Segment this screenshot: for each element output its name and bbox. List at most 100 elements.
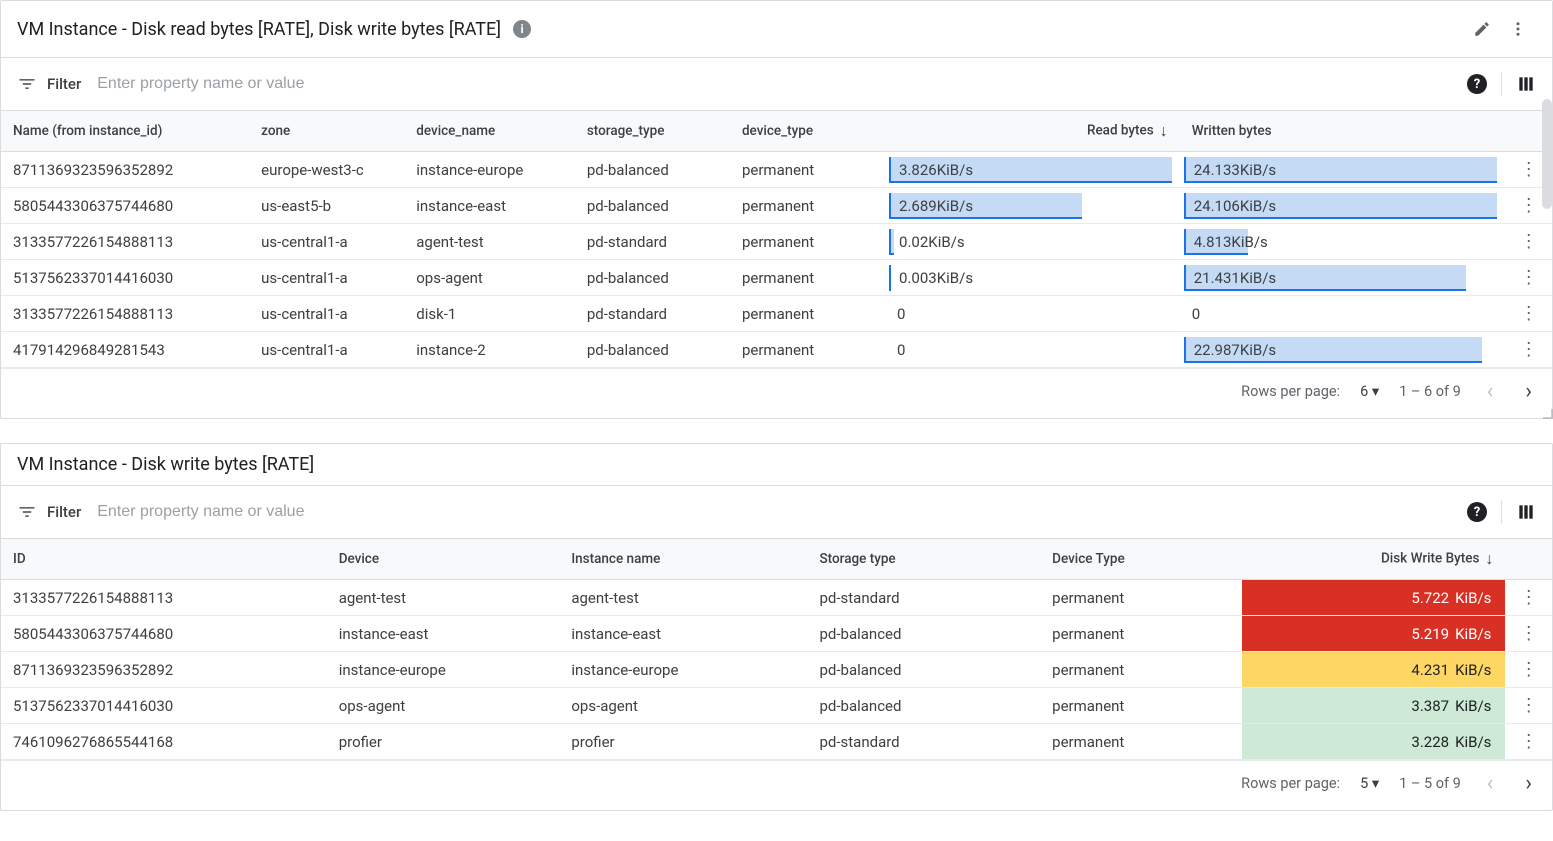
columns-button[interactable] — [1516, 66, 1536, 102]
bar-value: 3.826KiB/s — [891, 161, 973, 179]
cell-dev: profier — [327, 724, 560, 760]
cell-inst: profier — [559, 724, 807, 760]
bar-value: 0 — [897, 341, 905, 359]
read-bytes-cell: 3.826KiB/s — [885, 152, 1180, 188]
cell-zone: us-east5-b — [249, 188, 404, 224]
cell-st: pd-standard — [808, 724, 1041, 760]
disk-write-bytes-cell: 4.231KiB/s — [1242, 652, 1506, 688]
written-bytes-cell: 24.106KiB/s — [1180, 188, 1506, 224]
card-header: VM Instance - Disk write bytes [RATE] — [1, 444, 1552, 486]
column-header[interactable]: storage_type — [575, 111, 730, 152]
row-actions-button[interactable]: ⋮ — [1505, 580, 1552, 616]
cell-dev: instance-east — [327, 616, 560, 652]
cell-dev: instance-europe — [327, 652, 560, 688]
bar-value: 24.106KiB/s — [1186, 197, 1276, 215]
cell-dev: instance-2 — [404, 332, 575, 368]
cell-dt: permanent — [730, 296, 885, 332]
help-icon[interactable]: ? — [1467, 74, 1487, 94]
disk-write-table: IDDeviceInstance nameStorage typeDevice … — [1, 539, 1552, 760]
filter-icon — [17, 502, 37, 522]
disk-rw-table: Name (from instance_id)zonedevice_namest… — [1, 111, 1552, 368]
columns-icon — [1516, 502, 1536, 522]
cell-inst: instance-east — [559, 616, 807, 652]
cell-st: pd-balanced — [575, 332, 730, 368]
cell-dt: permanent — [730, 224, 885, 260]
cell-dev: instance-east — [404, 188, 575, 224]
column-header[interactable]: device_type — [730, 111, 885, 152]
filter-input[interactable] — [95, 502, 1467, 522]
cell-dt: permanent — [1040, 688, 1242, 724]
bar-value: 24.133KiB/s — [1186, 161, 1276, 179]
more-options-button[interactable] — [1500, 11, 1536, 47]
filter-input[interactable] — [95, 74, 1467, 94]
heat-unit: KiB/s — [1455, 661, 1491, 679]
scrollbar[interactable] — [1542, 99, 1552, 219]
row-actions-button[interactable]: ⋮ — [1505, 296, 1552, 332]
sort-desc-icon: ↓ — [1485, 549, 1493, 568]
cell-st: pd-balanced — [575, 152, 730, 188]
bar-value: 0.003KiB/s — [891, 269, 973, 287]
column-header[interactable]: Disk Write Bytes↓ — [1242, 539, 1506, 580]
next-page-button[interactable]: › — [1519, 379, 1538, 404]
table-row: 5137562337014416030us-central1-aops-agen… — [1, 260, 1552, 296]
row-actions-button[interactable]: ⋮ — [1505, 260, 1552, 296]
info-icon[interactable]: i — [513, 20, 531, 38]
read-bytes-cell: 0.02KiB/s — [885, 224, 1180, 260]
divider — [1501, 500, 1502, 524]
pagination: Rows per page: 6 ▾ 1 – 6 of 9 ‹ › — [1, 368, 1552, 418]
cell-id: 5805443306375744680 — [1, 616, 327, 652]
row-actions-button[interactable]: ⋮ — [1505, 224, 1552, 260]
column-header[interactable]: Written bytes — [1180, 111, 1506, 152]
cell-zone: us-central1-a — [249, 296, 404, 332]
card-header: VM Instance - Disk read bytes [RATE], Di… — [1, 1, 1552, 58]
cell-id: 3133577226154888113 — [1, 224, 249, 260]
edit-button[interactable] — [1464, 11, 1500, 47]
cell-dt: permanent — [1040, 724, 1242, 760]
row-actions-button[interactable]: ⋮ — [1505, 652, 1552, 688]
row-actions-button[interactable]: ⋮ — [1505, 616, 1552, 652]
rows-per-page-select[interactable]: 6 ▾ — [1360, 383, 1379, 400]
column-header[interactable]: zone — [249, 111, 404, 152]
prev-page-button[interactable]: ‹ — [1481, 379, 1500, 404]
heat-value: 5.722 — [1399, 589, 1449, 607]
cell-id: 5137562337014416030 — [1, 260, 249, 296]
cell-id: 3133577226154888113 — [1, 580, 327, 616]
filter-icon — [17, 74, 37, 94]
row-actions-button[interactable]: ⋮ — [1505, 332, 1552, 368]
page-range: 1 – 5 of 9 — [1399, 775, 1461, 792]
resize-handle[interactable] — [1543, 409, 1553, 419]
prev-page-button[interactable]: ‹ — [1481, 771, 1500, 796]
cell-dt: permanent — [1040, 580, 1242, 616]
column-header[interactable]: Read bytes↓ — [885, 111, 1180, 152]
cell-id: 8711369323596352892 — [1, 652, 327, 688]
column-header[interactable]: Storage type — [808, 539, 1041, 580]
cell-id: 7461096276865544168 — [1, 724, 327, 760]
column-header[interactable]: Device — [327, 539, 560, 580]
cell-st: pd-standard — [575, 224, 730, 260]
disk-write-bytes-cell: 3.387KiB/s — [1242, 688, 1506, 724]
card-title: VM Instance - Disk write bytes [RATE] — [17, 454, 314, 475]
divider — [1501, 72, 1502, 96]
column-header[interactable]: device_name — [404, 111, 575, 152]
columns-button[interactable] — [1516, 494, 1536, 530]
column-header[interactable]: Name (from instance_id) — [1, 111, 249, 152]
column-header[interactable]: Device Type — [1040, 539, 1242, 580]
next-page-button[interactable]: › — [1519, 771, 1538, 796]
cell-id: 8711369323596352892 — [1, 152, 249, 188]
cell-st: pd-balanced — [575, 260, 730, 296]
pagination: Rows per page: 5 ▾ 1 – 5 of 9 ‹ › — [1, 760, 1552, 810]
row-actions-button[interactable]: ⋮ — [1505, 688, 1552, 724]
cell-st: pd-balanced — [808, 652, 1041, 688]
table-row: 5137562337014416030ops-agentops-agentpd-… — [1, 688, 1552, 724]
pencil-icon — [1473, 20, 1491, 38]
bar-value: 0 — [897, 305, 905, 323]
help-icon[interactable]: ? — [1467, 502, 1487, 522]
column-header[interactable]: ID — [1, 539, 327, 580]
row-actions-button[interactable]: ⋮ — [1505, 724, 1552, 760]
card-disk-write: VM Instance - Disk write bytes [RATE] Fi… — [0, 443, 1553, 811]
rows-per-page-select[interactable]: 5 ▾ — [1360, 775, 1379, 792]
table-row: 8711369323596352892europe-west3-cinstanc… — [1, 152, 1552, 188]
filter-bar: Filter ? — [1, 486, 1552, 539]
filter-label: Filter — [47, 75, 81, 93]
column-header[interactable]: Instance name — [559, 539, 807, 580]
